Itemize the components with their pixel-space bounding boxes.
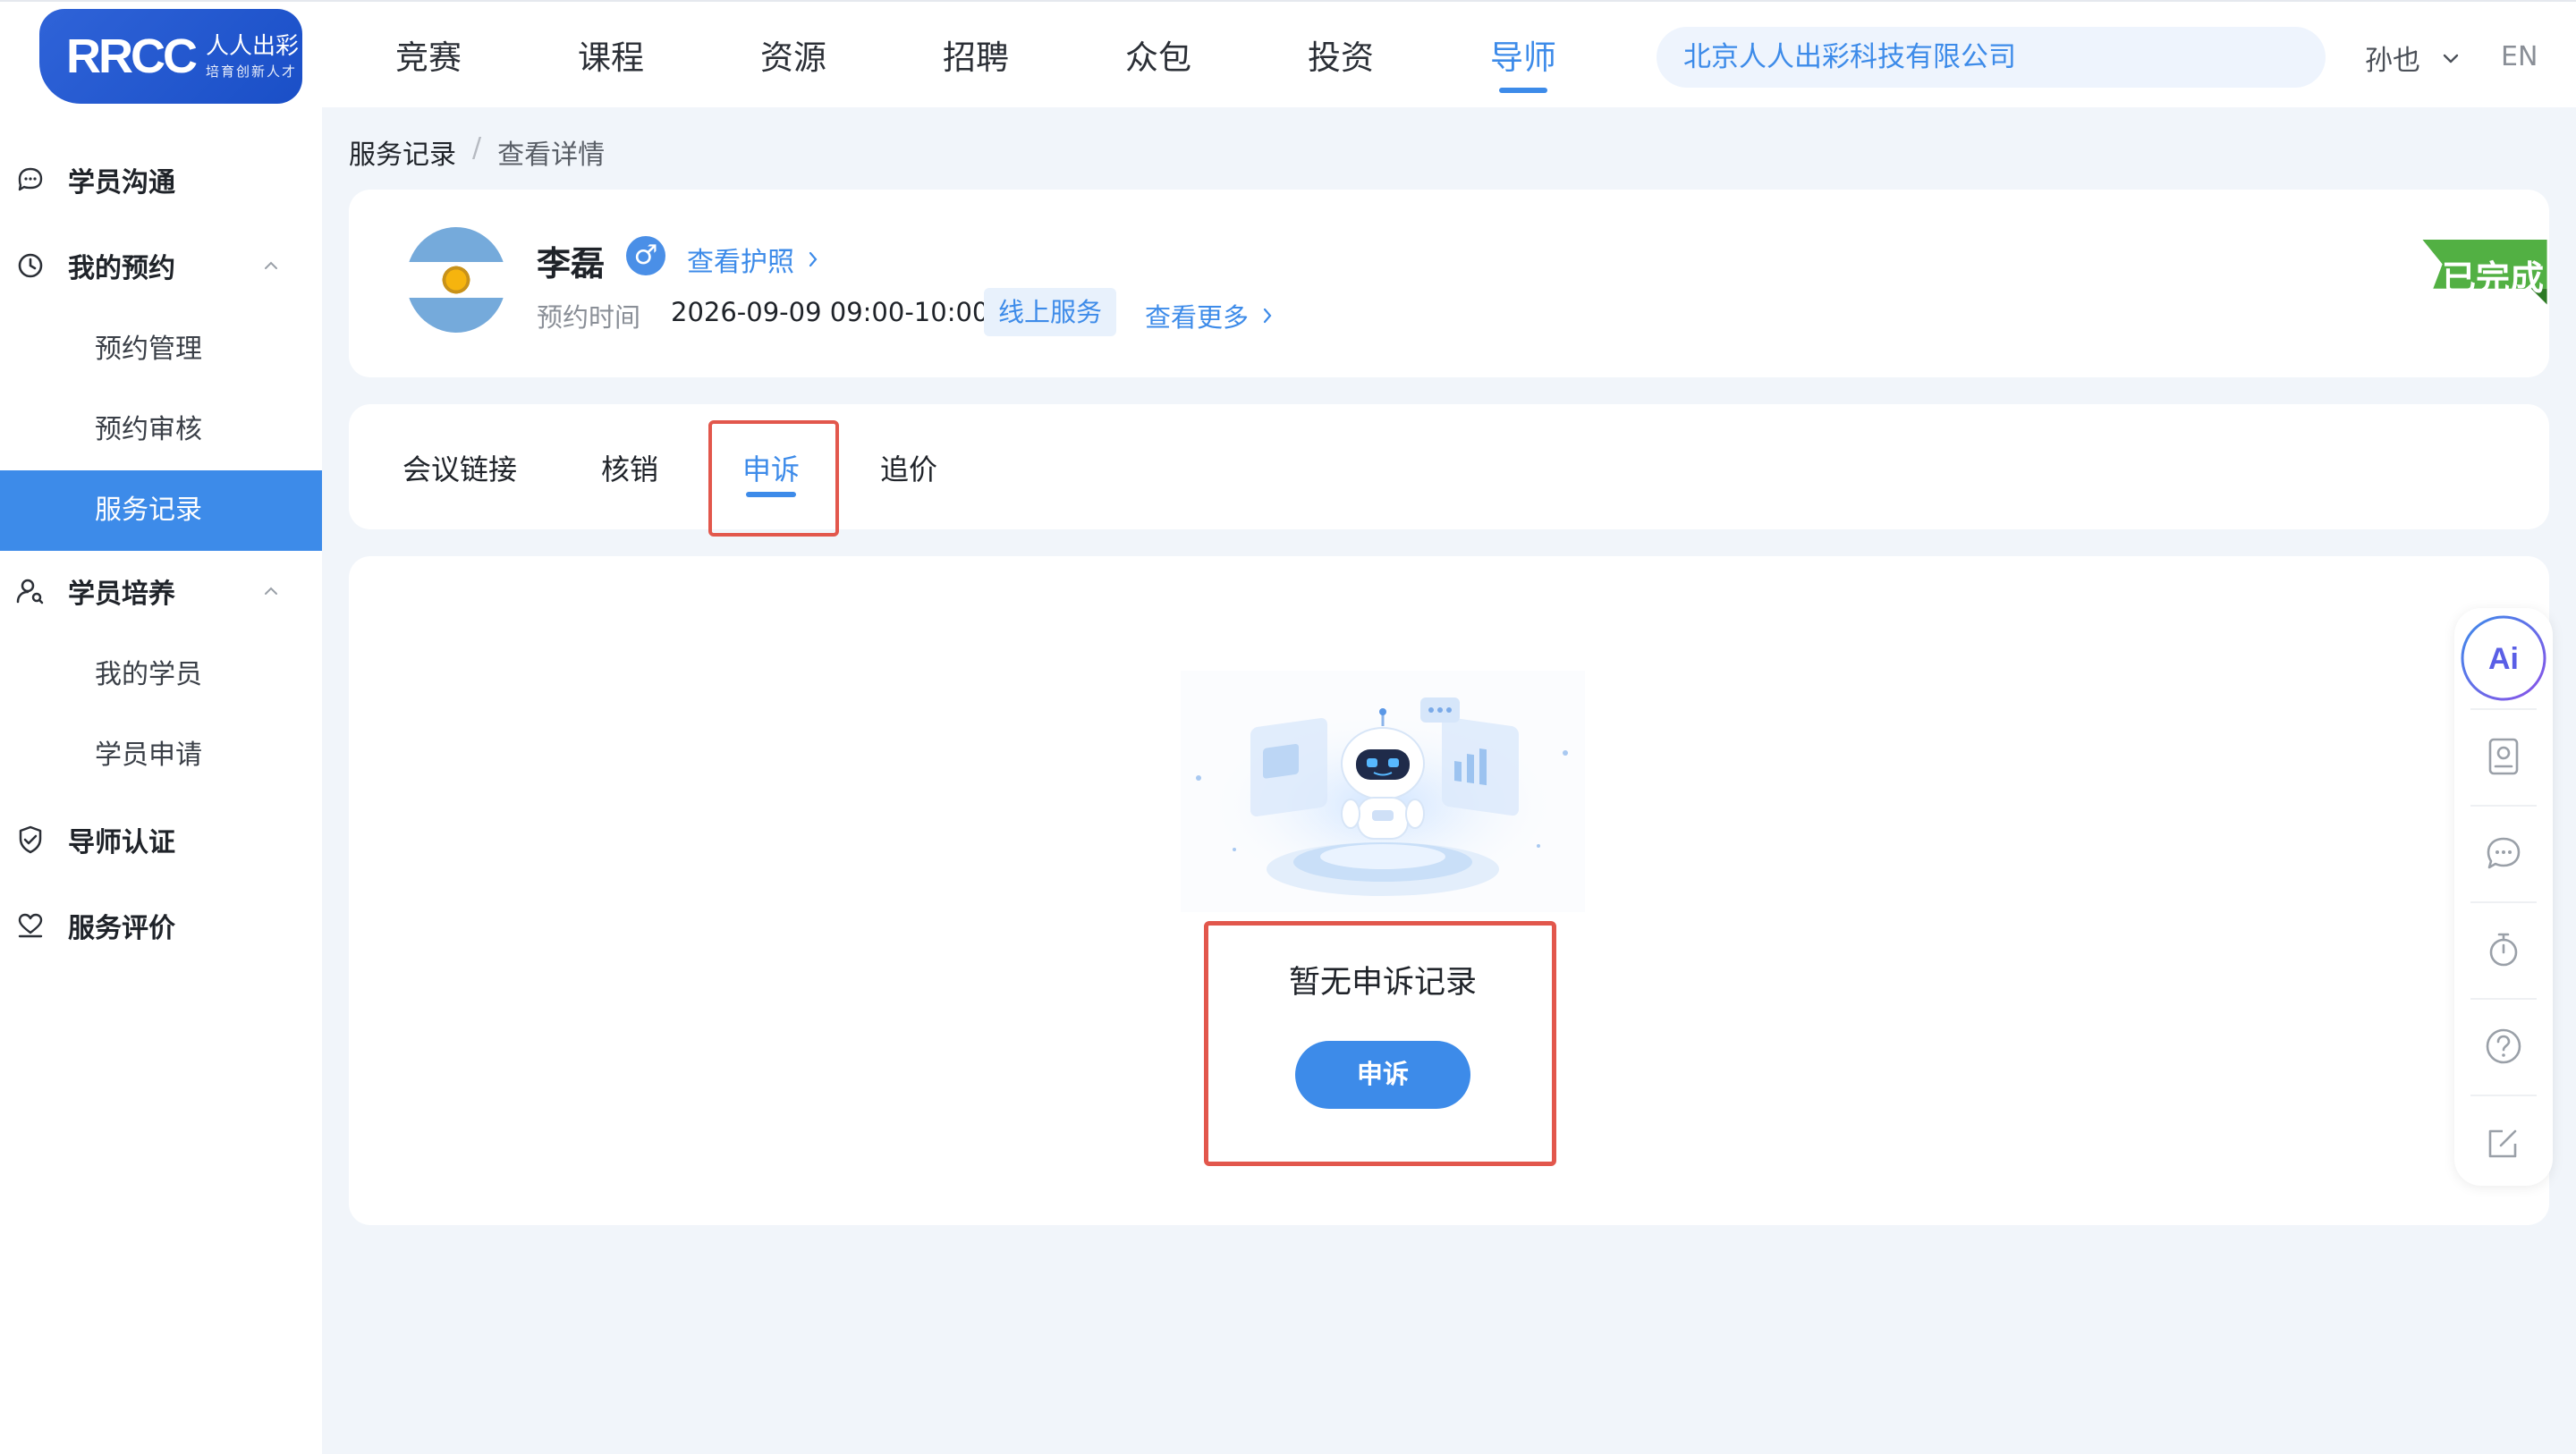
edit-icon [2488, 1129, 2517, 1158]
sidebar-item-label: 导师认证 [68, 827, 175, 858]
help-button[interactable] [2454, 1000, 2553, 1093]
sidebar-item-label: 服务评价 [68, 913, 175, 944]
flag-sun-icon [440, 264, 472, 296]
shield-check-icon [19, 825, 42, 854]
sidebar-item-service-records[interactable]: 服务记录 [0, 470, 322, 551]
tab-meeting-link[interactable]: 会议链接 [402, 447, 517, 488]
id-card-icon [2488, 738, 2519, 775]
tab-verification[interactable]: 核销 [601, 447, 658, 488]
status-badge: 已完成 [2442, 258, 2545, 298]
chevron-up-icon [265, 261, 277, 269]
sidebar-item-service-rating[interactable]: 服务评价 [0, 885, 322, 966]
chevron-right-icon [1263, 308, 1272, 324]
tab-price-chase[interactable]: 追价 [880, 447, 937, 488]
user-name: 孙也 [2365, 45, 2420, 77]
ai-assistant-button[interactable]: Ai [2454, 612, 2553, 705]
chat-icon [2487, 837, 2521, 869]
avatar [406, 227, 506, 333]
logo-cn-text: 人人出彩 [206, 32, 300, 60]
detail-tabs: 会议链接 核销 申诉 追价 [349, 404, 2549, 529]
heart-hand-icon [18, 913, 43, 938]
chat-button[interactable] [2454, 807, 2553, 900]
company-selector[interactable]: 北京人人出彩科技有限公司 [1657, 27, 2326, 88]
male-gender-icon: ♂ [626, 236, 665, 275]
student-name: 李磊 [537, 244, 606, 283]
sidebar-item-student-applications[interactable]: 学员申请 [0, 715, 322, 796]
chevron-right-icon [809, 251, 818, 267]
nav-recruiting[interactable]: 招聘 [943, 36, 1009, 80]
svg-text:Ai: Ai [2488, 642, 2519, 676]
chat-bubble-icon [18, 167, 43, 191]
nav-investment[interactable]: 投资 [1308, 36, 1374, 80]
sidebar-item-label: 学员培养 [68, 579, 175, 610]
sidebar-item-label: 我的预约 [68, 253, 175, 284]
sidebar-item-mentor-certification[interactable]: 导师认证 [0, 799, 322, 880]
sidebar: 学员沟通 我的预约 预约管理 预约审核 服务记录 学员培养 我的学员 学员申请 [0, 107, 322, 1454]
view-more-link[interactable]: 查看更多 [1145, 297, 1279, 334]
sidebar-item-my-appointments[interactable]: 我的预约 [0, 225, 322, 306]
question-icon [2486, 1028, 2521, 1064]
breadcrumb: 服务记录 / 查看详情 [349, 132, 605, 172]
nav-mentor[interactable]: 导师 [1490, 36, 1556, 93]
contact-card-button[interactable] [2454, 710, 2553, 803]
highlight-box-empty-state [1204, 921, 1556, 1166]
highlight-box-tab [708, 420, 839, 537]
sidebar-item-appointment-manage[interactable]: 预约管理 [0, 309, 322, 390]
stopwatch-icon [2489, 933, 2518, 967]
breadcrumb-separator: / [472, 132, 482, 164]
timer-button[interactable] [2454, 903, 2553, 996]
top-navbar: RRCC 人人出彩 培育创新人才 竞赛 课程 资源 招聘 众包 投资 导师 北京… [0, 0, 2576, 107]
sidebar-item-appointment-review[interactable]: 预约审核 [0, 390, 322, 470]
nav-crowdsourcing[interactable]: 众包 [1125, 36, 1191, 80]
view-passport-link[interactable]: 查看护照 [687, 240, 825, 279]
right-float-toolbar: Ai [2454, 608, 2553, 1186]
breadcrumb-parent[interactable]: 服务记录 [349, 132, 456, 172]
appointment-time-label: 预约时间 [537, 302, 641, 333]
nav-resources[interactable]: 资源 [760, 36, 826, 80]
sidebar-item-student-training[interactable]: 学员培养 [0, 551, 322, 631]
language-switch[interactable]: EN [2501, 41, 2538, 72]
student-profile-card: 李磊 ♂ 查看护照 预约时间 2026-09-09 09:00-10:00 线上… [349, 190, 2549, 377]
clock-icon [18, 253, 43, 278]
brand-logo[interactable]: RRCC 人人出彩 培育创新人才 [39, 9, 302, 104]
chevron-up-icon [265, 587, 277, 595]
sidebar-item-label: 学员沟通 [68, 167, 175, 199]
logo-main-text: RRCC [66, 30, 198, 83]
empty-state-robot-illustration [1181, 671, 1585, 912]
nav-competition[interactable]: 竞赛 [395, 36, 462, 80]
sidebar-item-my-students[interactable]: 我的学员 [0, 635, 322, 715]
user-menu[interactable]: 孙也 [2365, 38, 2462, 78]
logo-tagline: 培育创新人才 [206, 63, 298, 80]
ai-icon: Ai [2461, 615, 2546, 701]
sidebar-item-student-chat[interactable]: 学员沟通 [0, 139, 322, 220]
appointment-time-value: 2026-09-09 09:00-10:00 [671, 297, 989, 327]
service-type-tag: 线上服务 [984, 288, 1117, 336]
chevron-down-icon [2443, 54, 2459, 63]
nav-courses[interactable]: 课程 [578, 36, 644, 80]
user-search-icon [16, 579, 44, 604]
feedback-button[interactable] [2454, 1096, 2553, 1189]
breadcrumb-current: 查看详情 [497, 139, 606, 171]
